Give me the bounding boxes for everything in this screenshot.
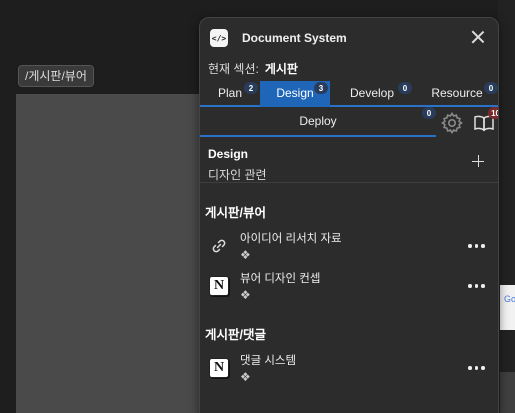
tab-label: Resource [431, 86, 483, 100]
add-icon[interactable] [472, 155, 484, 167]
figma-component-icon: ❖ [240, 248, 251, 262]
item-name: 댓글 시스템 [240, 355, 297, 367]
tab-bar: Plan 2 Design 3 Develop 0 Resource 0 [200, 81, 498, 107]
panel-header: </> Document System [200, 18, 498, 58]
close-icon[interactable] [470, 29, 486, 45]
panel-title: Document System [242, 31, 347, 45]
section-label: 현재 섹션: [208, 61, 259, 76]
link-icon [208, 235, 230, 257]
list-item[interactable]: N 댓글 시스템 ❖ [200, 352, 498, 392]
tab-deploy[interactable]: Deploy 0 [200, 107, 436, 137]
more-options-icon[interactable] [468, 280, 488, 292]
secondary-tab-row: Deploy 0 10 [200, 107, 498, 137]
book-count-badge: 10 [488, 107, 498, 119]
tab-count-badge: 3 [314, 82, 328, 94]
list-item[interactable]: N 뷰어 디자인 컨셉 ❖ [200, 270, 498, 310]
tab-plan[interactable]: Plan 2 [200, 81, 260, 107]
tab-count-badge: 0 [422, 107, 436, 119]
description-subtitle: 디자인 관련 [208, 168, 267, 182]
background-lower-block [500, 372, 515, 413]
notion-icon: N [208, 357, 230, 379]
tab-label: Deploy [299, 114, 337, 128]
background-card: Go [500, 285, 515, 330]
tab-label: Develop [349, 86, 395, 100]
item-name: 뷰어 디자인 컨셉 [240, 273, 321, 285]
tab-resource[interactable]: Resource 0 [414, 81, 498, 107]
document-system-panel: </> Document System 현재 섹션: 게시판 Plan 2 De… [199, 17, 499, 413]
gear-icon[interactable] [440, 111, 464, 135]
figma-component-icon: ❖ [240, 370, 251, 384]
list-item[interactable]: 아이디어 리서치 자료 ❖ [200, 230, 498, 270]
tab-count-badge: 0 [398, 82, 412, 94]
section-description: Design 디자인 관련 [200, 139, 498, 183]
more-options-icon[interactable] [468, 362, 488, 374]
description-title: Design [208, 147, 249, 161]
tab-count-badge: 0 [484, 82, 498, 94]
item-name: 아이디어 리서치 자료 [240, 233, 342, 245]
tab-label: Plan [217, 86, 243, 100]
background-side-panel [498, 0, 515, 413]
more-options-icon[interactable] [468, 240, 488, 252]
tab-count-badge: 2 [244, 82, 258, 94]
group-title: 게시판/댓글 [205, 328, 266, 342]
background-card-text: Go [504, 294, 515, 304]
section-value: 게시판 [264, 61, 298, 76]
tab-label: Design [276, 86, 314, 100]
group-title: 게시판/뷰어 [205, 206, 266, 220]
notion-icon: N [208, 275, 230, 297]
figma-component-icon: ❖ [240, 288, 251, 302]
book-icon[interactable]: 10 [472, 107, 498, 135]
path-chip: /게시판/뷰어 [18, 65, 94, 87]
tab-design[interactable]: Design 3 [260, 81, 330, 107]
current-section: 현재 섹션: 게시판 [200, 58, 498, 78]
tab-develop[interactable]: Develop 0 [330, 81, 414, 107]
code-logo-icon: </> [210, 29, 228, 47]
